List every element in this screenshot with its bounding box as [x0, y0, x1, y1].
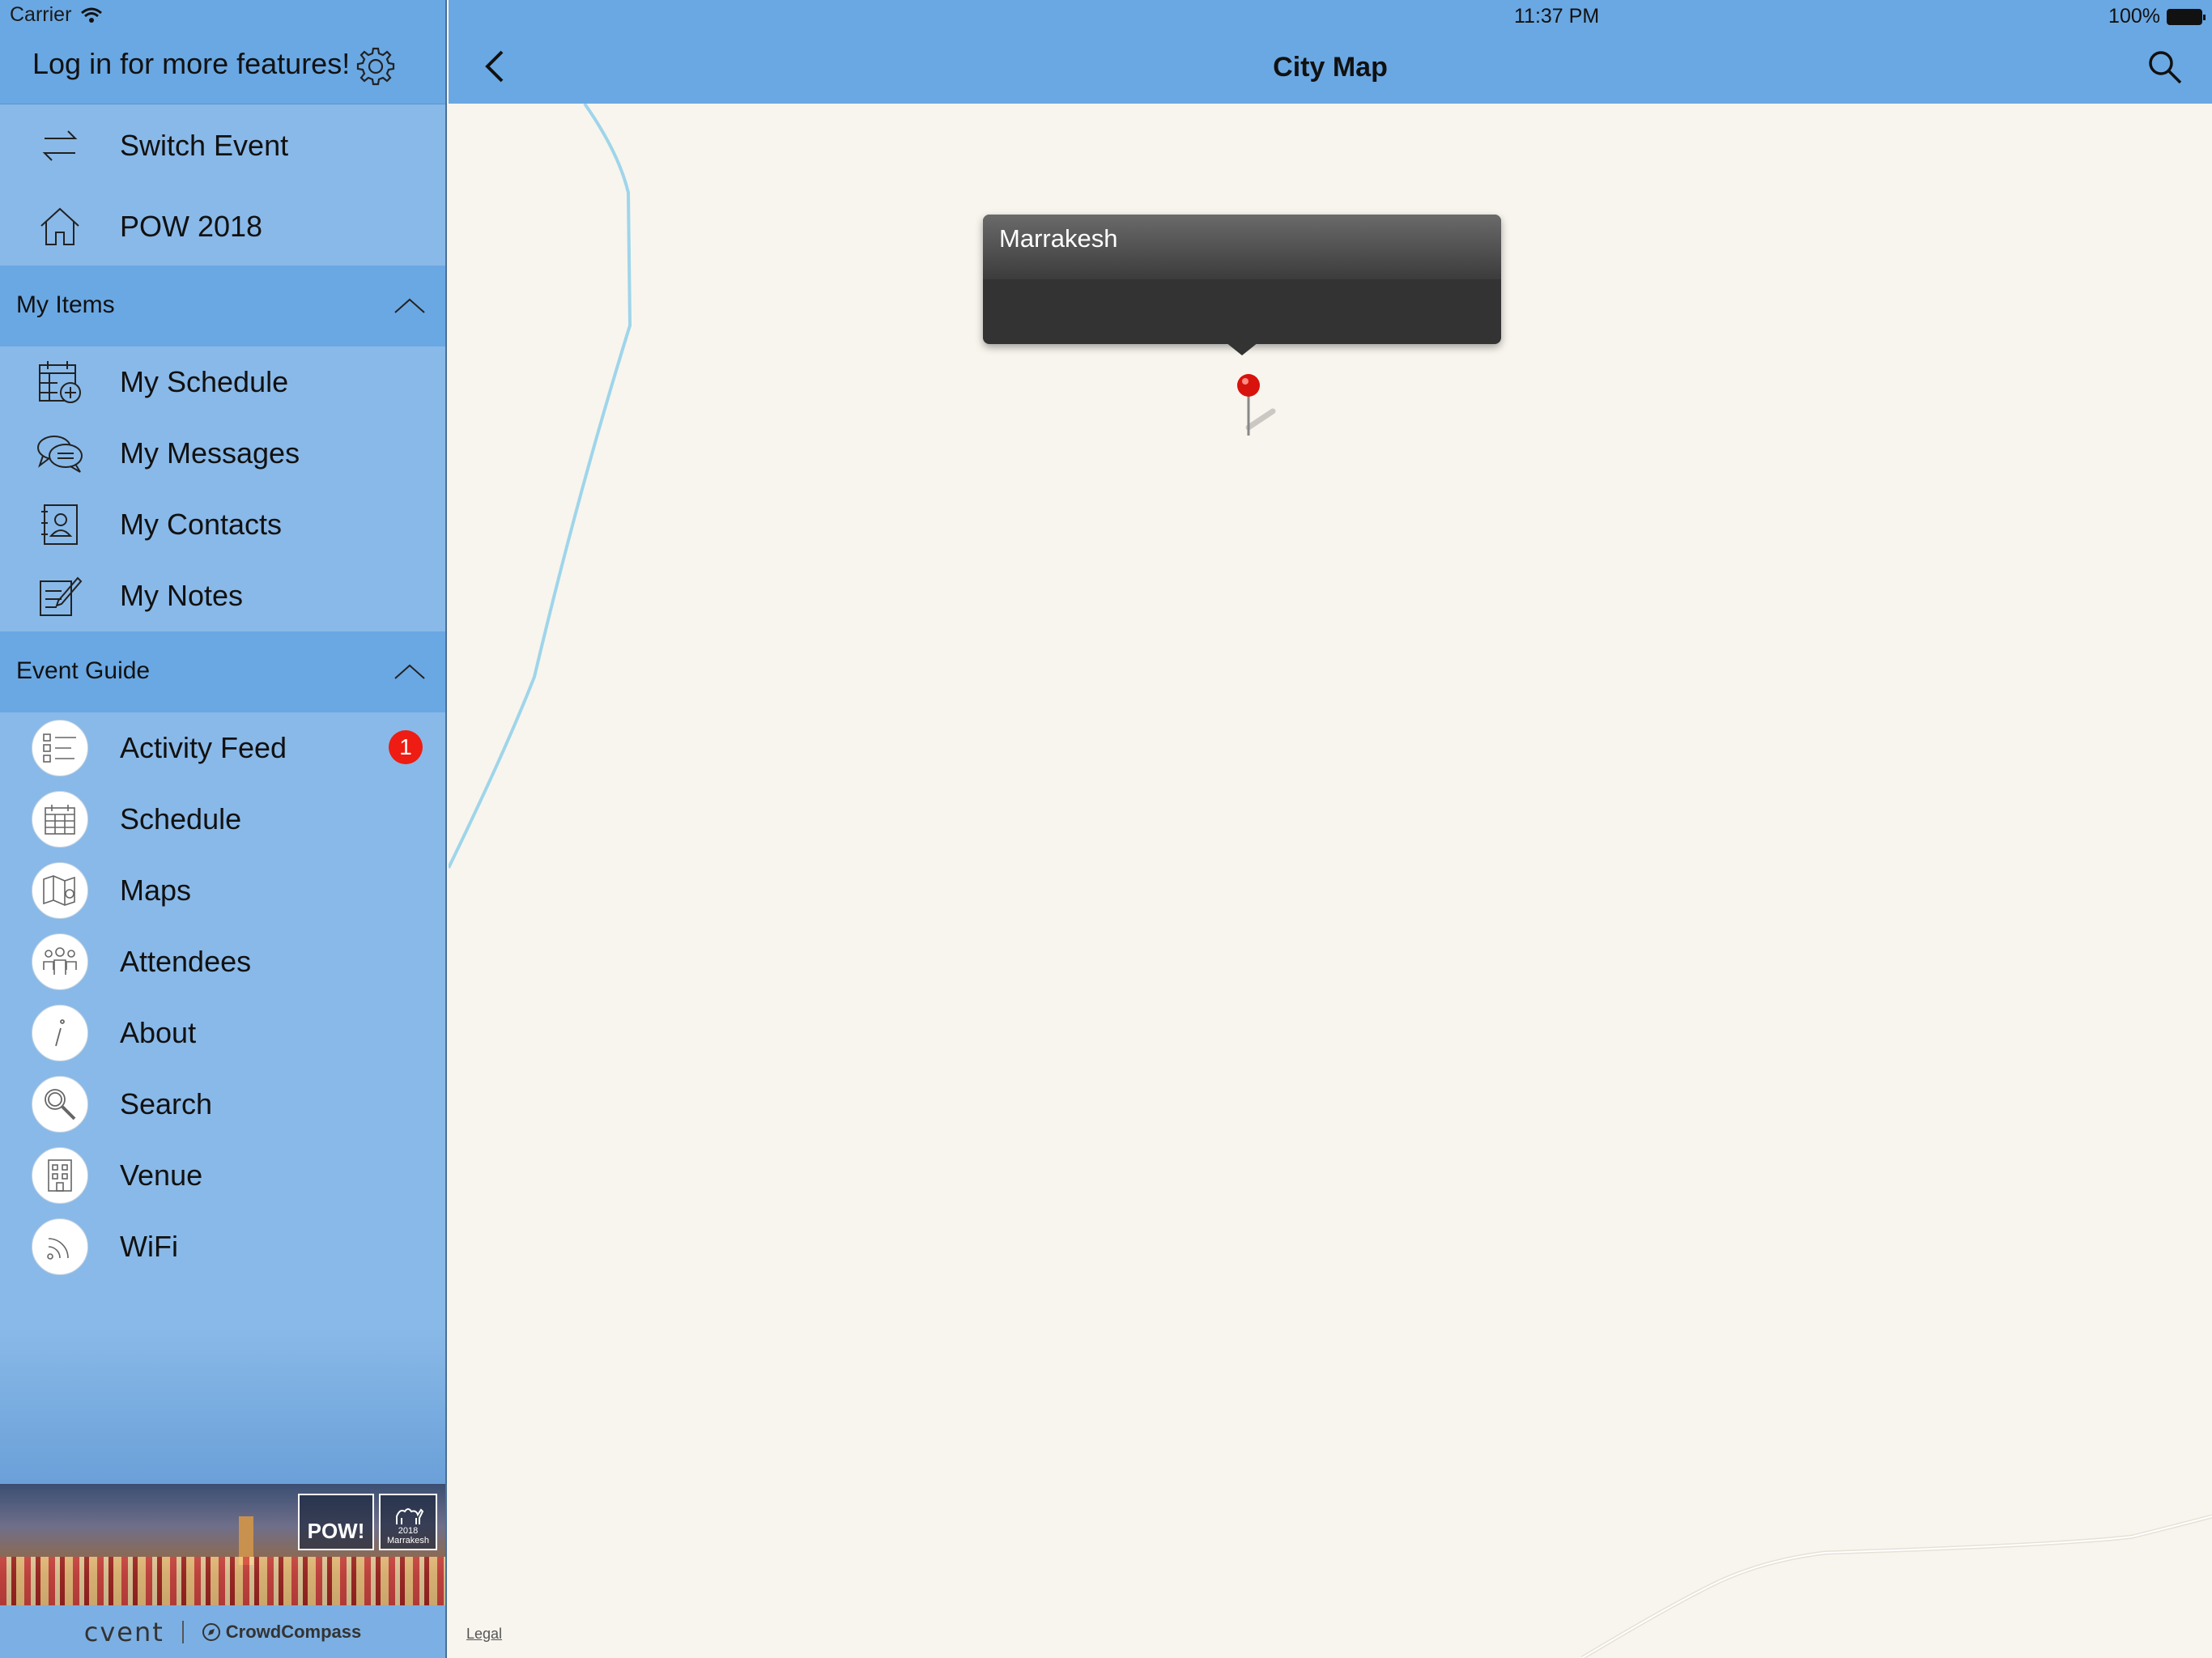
notes-icon	[31, 567, 89, 625]
sidebar-item-about[interactable]: About	[0, 1002, 445, 1064]
sidebar-gradient	[0, 1328, 445, 1486]
section-title: My Items	[16, 291, 115, 318]
section-event-guide[interactable]: Event Guide	[0, 631, 445, 712]
home-icon	[31, 198, 89, 256]
sidebar-item-label: Venue	[120, 1158, 203, 1192]
carrier-label: Carrier	[10, 3, 72, 26]
sidebar-item-label: My Messages	[120, 436, 300, 470]
sidebar-item-schedule[interactable]: Schedule	[0, 789, 445, 850]
camel-icon	[396, 1508, 424, 1524]
venue-icon	[32, 1147, 88, 1204]
status-carrier: Carrier	[10, 3, 103, 27]
search-icon	[32, 1076, 88, 1133]
sidebar-item-label: WiFi	[120, 1230, 178, 1263]
calendar-add-icon	[31, 353, 89, 411]
crowdcompass-logo: CrowdCompass	[202, 1622, 361, 1643]
map-pin-icon[interactable]	[1224, 371, 1281, 444]
footer-brands: cvent CrowdCompass	[0, 1605, 445, 1658]
status-time: 11:37 PM	[1514, 5, 1600, 28]
sidebar-item-label: My Contacts	[120, 508, 283, 541]
search-icon[interactable]	[2145, 47, 2184, 86]
chevron-up-icon[interactable]	[393, 290, 426, 322]
sidebar-item-pow-2018[interactable]: POW 2018	[0, 194, 445, 259]
sidebar-item-label: Schedule	[120, 802, 242, 835]
sidebar-item-label: My Notes	[120, 579, 244, 612]
legal-link[interactable]: Legal	[466, 1626, 502, 1643]
callout-title: Marrakesh	[999, 224, 1118, 253]
contacts-icon	[31, 495, 89, 554]
compass-icon	[202, 1622, 220, 1641]
sidebar-item-my-notes[interactable]: My Notes	[0, 563, 445, 628]
sidebar-item-label: Attendees	[120, 945, 252, 978]
chevron-up-icon[interactable]	[393, 656, 426, 688]
activity-feed-icon	[32, 720, 88, 776]
notification-badge: 1	[389, 730, 423, 764]
attendees-icon	[32, 933, 88, 990]
pow-logo: POW!	[298, 1494, 374, 1550]
sidebar-item-search[interactable]: Search	[0, 1073, 445, 1135]
banner-year: 2018	[398, 1526, 419, 1536]
sidebar-item-activity-feed[interactable]: Activity Feed 1	[0, 717, 445, 779]
event-banner: POW! 2018 Marrakesh	[0, 1484, 445, 1605]
crowdcompass-label: CrowdCompass	[225, 1621, 362, 1642]
wifi-icon	[32, 1218, 88, 1275]
page-title: City Map	[1273, 52, 1388, 83]
marrakesh-logo: 2018 Marrakesh	[379, 1494, 437, 1550]
sidebar-item-label: My Schedule	[120, 365, 289, 398]
banner-city: Marrakesh	[387, 1536, 429, 1545]
switch-icon	[31, 117, 89, 175]
sidebar-item-my-contacts[interactable]: My Contacts	[0, 492, 445, 557]
map-callout[interactable]: Marrakesh	[983, 215, 1501, 355]
sidebar-item-label: About	[120, 1016, 197, 1049]
sidebar-item-label: Switch Event	[120, 129, 289, 162]
messages-icon	[31, 424, 89, 483]
maps-icon	[32, 862, 88, 919]
info-icon	[32, 1005, 88, 1061]
map-view[interactable]: Marrakesh Legal	[449, 104, 2212, 1658]
banner-lights	[0, 1557, 445, 1605]
cvent-logo: cvent	[83, 1616, 164, 1647]
sidebar-item-label: Activity Feed	[120, 731, 287, 764]
sidebar-header: Carrier Log in for more features!	[0, 0, 445, 104]
sidebar-item-venue[interactable]: Venue	[0, 1145, 445, 1206]
section-title: Event Guide	[16, 657, 151, 684]
sidebar-item-my-schedule[interactable]: My Schedule	[0, 350, 445, 414]
status-battery: 100%	[2108, 5, 2206, 28]
brand-separator	[181, 1620, 184, 1643]
callout-pointer	[1226, 342, 1258, 355]
sidebar-item-maps[interactable]: Maps	[0, 860, 445, 921]
gear-icon[interactable]	[355, 45, 397, 87]
section-my-items[interactable]: My Items	[0, 266, 445, 346]
sidebar-item-attendees[interactable]: Attendees	[0, 931, 445, 993]
sidebar: Carrier Log in for more features! Switch…	[0, 0, 447, 1658]
schedule-icon	[32, 791, 88, 848]
sidebar-item-switch-event[interactable]: Switch Event	[0, 113, 445, 178]
wifi-signal-icon	[81, 7, 103, 23]
sidebar-item-label: Search	[120, 1087, 213, 1120]
nav-bar: 11:37 PM 100% City Map	[449, 0, 2212, 104]
battery-percent: 100%	[2108, 5, 2160, 28]
sidebar-item-label: Maps	[120, 874, 192, 907]
login-prompt[interactable]: Log in for more features!	[32, 47, 350, 81]
sidebar-item-label: POW 2018	[120, 210, 263, 243]
battery-icon	[2167, 8, 2206, 25]
sidebar-item-my-messages[interactable]: My Messages	[0, 421, 445, 486]
sidebar-item-wifi[interactable]: WiFi	[0, 1216, 445, 1278]
